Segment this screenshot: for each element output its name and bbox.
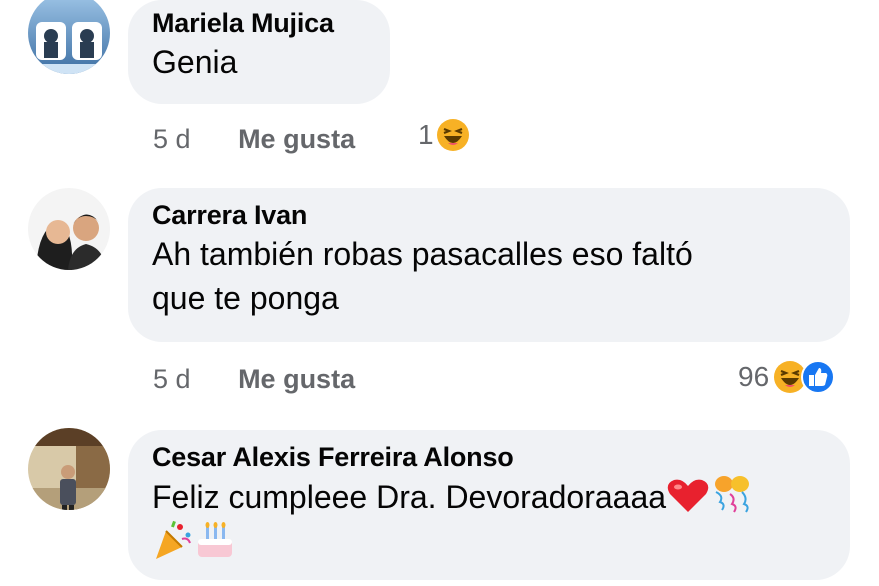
- comment-text-line-2: que te ponga: [152, 280, 339, 316]
- reaction-summary[interactable]: 96: [738, 360, 836, 394]
- balloon-emoji: [715, 476, 750, 513]
- comment-timestamp[interactable]: 5 d: [153, 124, 191, 154]
- comment-author[interactable]: Carrera Ivan: [152, 198, 826, 232]
- comment-author[interactable]: Mariela Mujica: [152, 6, 366, 40]
- like-button[interactable]: Me gusta: [238, 124, 355, 154]
- party-popper-emoji: [156, 520, 191, 559]
- avatar-image: [28, 428, 110, 510]
- reaction-summary[interactable]: 1: [418, 118, 470, 152]
- comment-bubble: Carrera Ivan Ah también robas pasacalles…: [128, 188, 850, 342]
- comment-actions: 5 d Me gusta: [153, 364, 355, 395]
- avatar-image: [28, 0, 110, 74]
- comment-text: Genia: [152, 44, 238, 80]
- reaction-count: 1: [418, 119, 434, 150]
- haha-icon: [436, 119, 469, 151]
- birthday-cake-emoji: [198, 522, 232, 557]
- comment-bubble: Mariela Mujica Genia: [128, 0, 390, 104]
- comment-text-line-1: Ah también robas pasacalles eso faltó: [152, 236, 693, 272]
- comment-actions: 5 d Me gusta: [153, 124, 355, 155]
- like-button[interactable]: Me gusta: [238, 364, 355, 394]
- avatar[interactable]: [28, 428, 110, 510]
- avatar[interactable]: [28, 188, 110, 270]
- comment-bubble: Cesar Alexis Ferreira Alonso Feliz cumpl…: [128, 430, 850, 580]
- avatar[interactable]: [28, 0, 110, 74]
- avatar-image: [28, 188, 110, 270]
- comment-text: Feliz cumpleee Dra. Devoradoraaaa: [152, 474, 826, 566]
- reaction-count: 96: [738, 361, 770, 392]
- like-icon: [801, 360, 836, 394]
- comment-author[interactable]: Cesar Alexis Ferreira Alonso: [152, 440, 826, 474]
- comment-text-content: Feliz cumpleee Dra. Devoradoraaaa: [152, 479, 667, 515]
- red-heart-emoji: [667, 479, 709, 512]
- comment-timestamp[interactable]: 5 d: [153, 364, 191, 394]
